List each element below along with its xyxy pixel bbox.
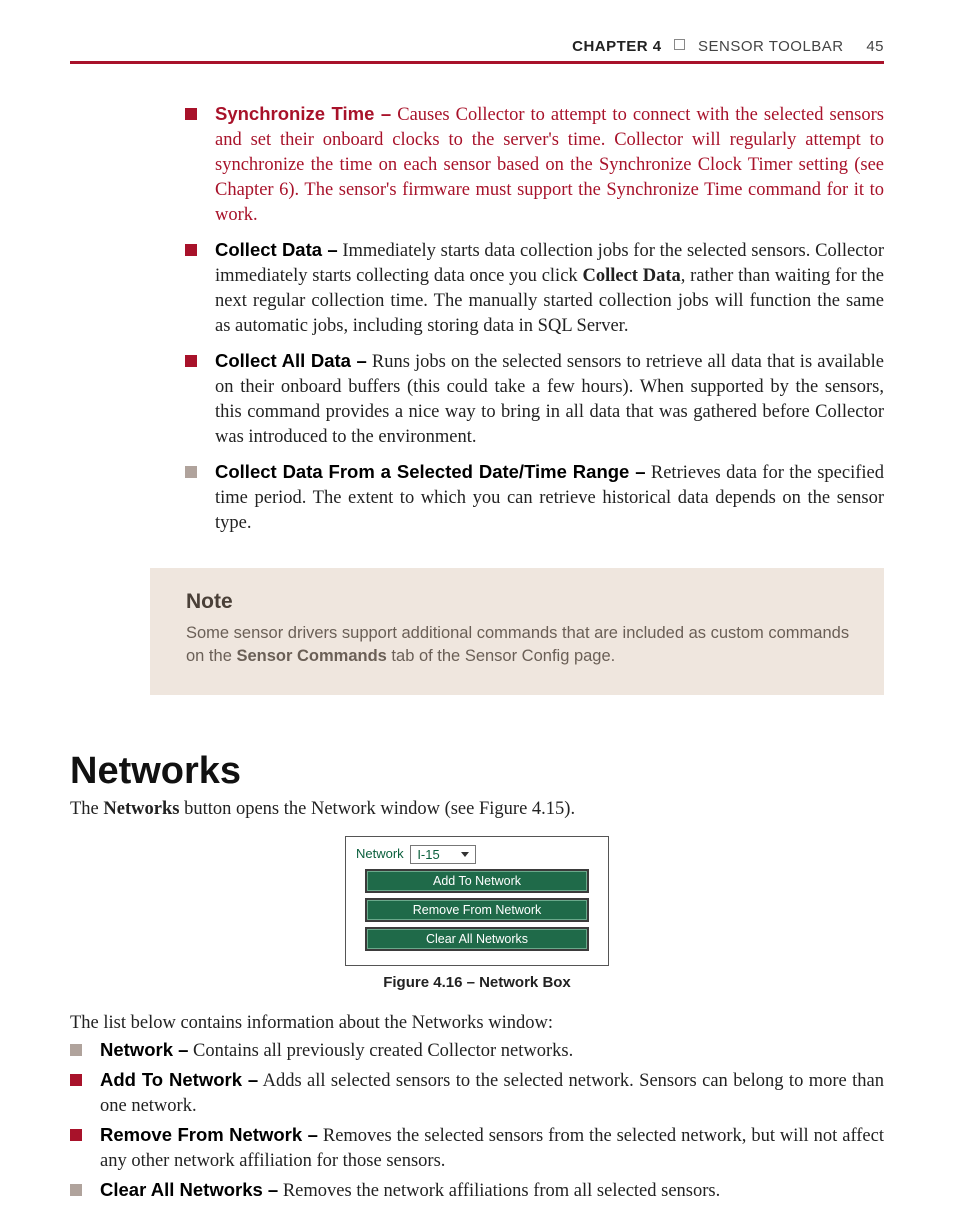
- list-item: Synchronize Time – Causes Collector to a…: [185, 102, 884, 228]
- paragraph: The list below contains information abou…: [70, 1013, 884, 1034]
- remove-from-network-button[interactable]: Remove From Network: [365, 898, 589, 922]
- bullet-list-commands: Synchronize Time – Causes Collector to a…: [185, 102, 884, 536]
- page: CHAPTER 4 SENSOR TOOLBAR 45 Synchronize …: [0, 0, 954, 1227]
- term-collect-all-data: Collect All Data –: [215, 350, 367, 371]
- network-row: Network I-15: [356, 845, 598, 864]
- term-collect-data: Collect Data –: [215, 239, 338, 260]
- chevron-down-icon: [461, 852, 469, 857]
- content-area: Synchronize Time – Causes Collector to a…: [185, 102, 884, 1204]
- lead-text: The: [70, 799, 103, 819]
- bullet-icon: [70, 1184, 82, 1196]
- list-item-text: Contains all previously created Collecto…: [188, 1041, 573, 1061]
- list-item: Collect All Data – Runs jobs on the sele…: [185, 349, 884, 450]
- header-divider: [70, 61, 884, 64]
- network-dropdown-value: I-15: [417, 847, 439, 862]
- network-box: Network I-15 Add To Network Remove From …: [345, 836, 609, 966]
- list-item: Remove From Network – Removes the select…: [70, 1123, 884, 1174]
- note-box: Note Some sensor drivers support additio…: [150, 568, 884, 696]
- list-item: Collect Data – Immediately starts data c…: [185, 238, 884, 339]
- bullet-icon: [185, 108, 197, 120]
- bullet-icon: [185, 355, 197, 367]
- figure-caption: Figure 4.16 – Network Box: [70, 974, 884, 991]
- list-item-body: Collect All Data – Runs jobs on the sele…: [215, 349, 884, 450]
- add-to-network-button[interactable]: Add To Network: [365, 869, 589, 893]
- term-collect-range: Collect Data From a Selected Date/Time R…: [215, 461, 646, 482]
- bullet-icon: [70, 1074, 82, 1086]
- list-item-text: Removes the network affiliations from al…: [278, 1181, 720, 1201]
- list-item: Add To Network – Adds all selected senso…: [70, 1068, 884, 1119]
- header-square-icon: [674, 39, 685, 50]
- term-add-to-network: Add To Network –: [100, 1069, 258, 1090]
- note-text: tab of the Sensor Config page.: [387, 647, 615, 665]
- term-clear-all-networks: Clear All Networks –: [100, 1179, 278, 1200]
- list-item-body: Collect Data From a Selected Date/Time R…: [215, 460, 884, 536]
- page-number: 45: [866, 38, 884, 55]
- network-label: Network: [356, 846, 404, 861]
- list-item-body: Network – Contains all previously create…: [100, 1038, 884, 1064]
- list-item-body: Synchronize Time – Causes Collector to a…: [215, 102, 884, 228]
- lead-paragraph: The Networks button opens the Network wi…: [70, 799, 884, 820]
- section-heading-networks: Networks: [70, 750, 884, 793]
- term-network: Network –: [100, 1039, 188, 1060]
- lead-bold: Networks: [103, 799, 179, 819]
- bullet-icon: [185, 244, 197, 256]
- lead-text: button opens the Network window (see Fig…: [179, 799, 575, 819]
- list-item-body: Clear All Networks – Removes the network…: [100, 1178, 884, 1204]
- bullet-icon: [70, 1129, 82, 1141]
- list-item-body: Remove From Network – Removes the select…: [100, 1123, 884, 1174]
- page-header: CHAPTER 4 SENSOR TOOLBAR 45: [70, 0, 884, 55]
- note-body: Some sensor drivers support additional c…: [186, 622, 854, 670]
- term-remove-from-network: Remove From Network –: [100, 1124, 318, 1145]
- list-item: Clear All Networks – Removes the network…: [70, 1178, 884, 1204]
- chapter-title: SENSOR TOOLBAR: [698, 38, 844, 55]
- clear-all-networks-button[interactable]: Clear All Networks: [365, 927, 589, 951]
- note-title: Note: [186, 590, 854, 614]
- network-dropdown[interactable]: I-15: [410, 845, 476, 864]
- bullet-list-networks: Network – Contains all previously create…: [70, 1038, 884, 1204]
- term-synchronize-time: Synchronize Time –: [215, 103, 391, 124]
- list-item-body: Add To Network – Adds all selected senso…: [100, 1068, 884, 1119]
- strong-collect-data: Collect Data: [582, 266, 680, 286]
- note-bold: Sensor Commands: [236, 647, 386, 665]
- chapter-label: CHAPTER 4: [572, 38, 662, 55]
- bullet-icon: [185, 466, 197, 478]
- bullet-icon: [70, 1044, 82, 1056]
- list-item: Collect Data From a Selected Date/Time R…: [185, 460, 884, 536]
- figure-wrapper: Network I-15 Add To Network Remove From …: [70, 836, 884, 966]
- list-item-body: Collect Data – Immediately starts data c…: [215, 238, 884, 339]
- list-item: Network – Contains all previously create…: [70, 1038, 884, 1064]
